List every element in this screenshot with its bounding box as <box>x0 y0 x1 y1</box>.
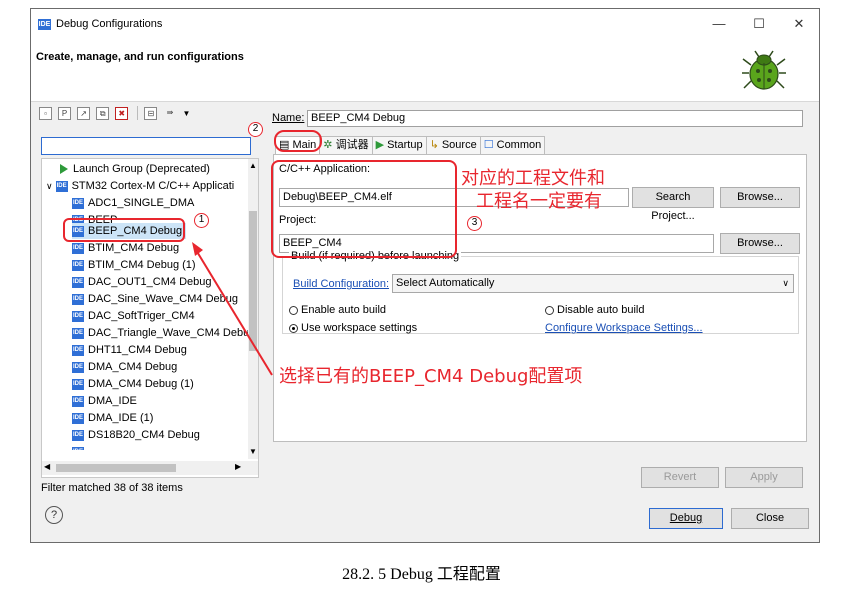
figure-caption: 28.2. 5 Debug 工程配置 <box>342 566 501 583</box>
annotation-arrow <box>192 242 273 376</box>
